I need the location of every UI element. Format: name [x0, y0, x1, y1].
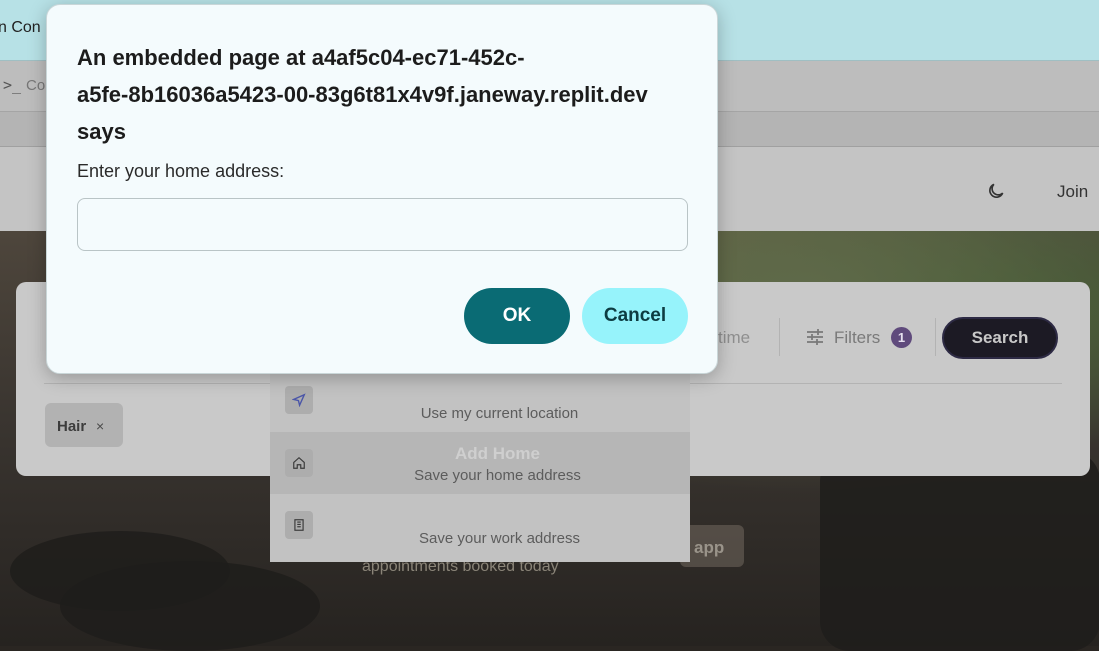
toolbar-tab-label[interactable]: Co [26, 77, 45, 94]
sliders-icon[interactable] [805, 327, 825, 347]
location-dropdown: Use my current location Add Home Save yo… [270, 372, 690, 562]
filters-button[interactable]: Filters [834, 328, 880, 348]
dropdown-item-home[interactable]: Add Home Save your home address [270, 432, 690, 494]
salon-chair-shape [60, 561, 320, 651]
dropdown-item-title: Add Home [455, 444, 540, 463]
time-field[interactable]: time [718, 328, 750, 348]
terminal-icon[interactable]: >_ [3, 76, 21, 94]
filters-count-badge: 1 [891, 327, 912, 348]
ok-button[interactable]: OK [464, 288, 570, 344]
dropdown-item-subtitle: Save your home address [414, 467, 581, 484]
dialog-message: Enter your home address: [77, 161, 285, 181]
cancel-button[interactable]: Cancel [582, 288, 688, 344]
chip-label: Hair [57, 418, 87, 435]
join-link[interactable]: Join [1057, 182, 1088, 202]
moon-icon[interactable] [986, 181, 1006, 201]
dropdown-item-current-location[interactable]: Use my current location [270, 372, 690, 434]
divider [935, 318, 936, 356]
chip-remove-icon[interactable]: × [96, 418, 104, 434]
search-button[interactable]: Search [942, 317, 1058, 359]
prompt-dialog: An embedded page at a4af5c04-ec71-452c- … [46, 4, 718, 374]
home-address-input[interactable] [77, 198, 688, 251]
dropdown-item-subtitle: Use my current location [420, 405, 579, 422]
dialog-title: An embedded page at a4af5c04-ec71-452c- … [77, 45, 648, 144]
top-bar-text: n Con [0, 19, 41, 36]
divider [779, 318, 780, 356]
dropdown-item-work[interactable]: Save your work address [270, 494, 690, 556]
dropdown-item-subtitle: Save your work address [419, 530, 580, 547]
salon-chair-shape [820, 451, 1099, 651]
